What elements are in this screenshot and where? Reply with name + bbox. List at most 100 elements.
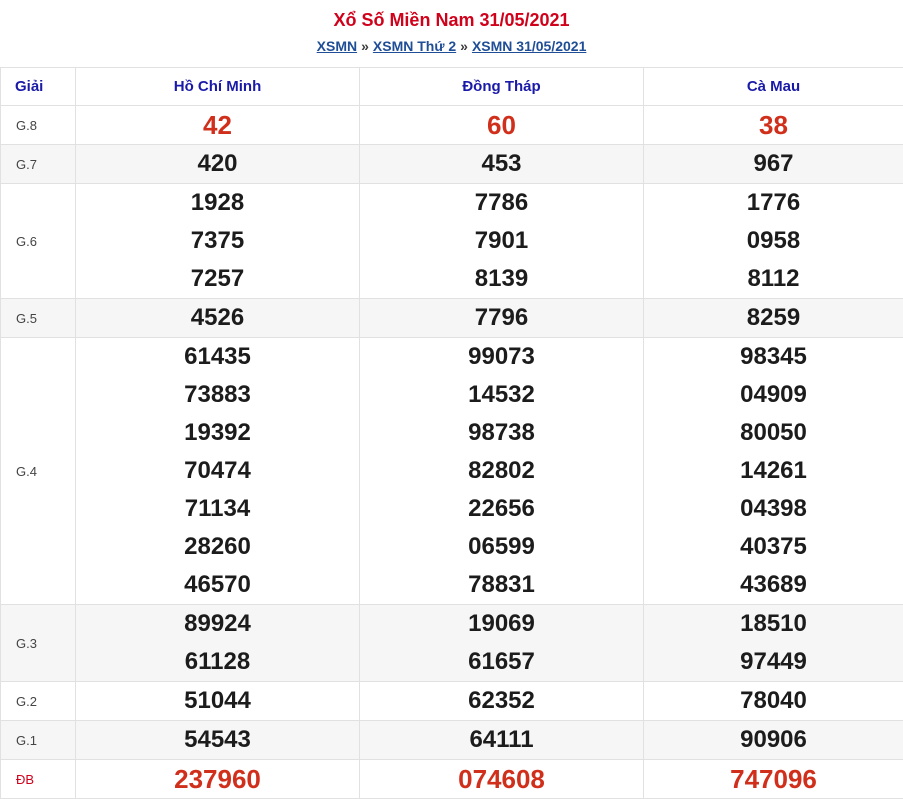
prize-number: 4526 bbox=[76, 299, 359, 337]
prize-column-header: Giải bbox=[1, 68, 76, 106]
prize-cell: 778679018139 bbox=[360, 184, 644, 299]
prize-number: 8112 bbox=[644, 260, 903, 298]
prize-number: 7796 bbox=[360, 299, 643, 337]
prize-label: G.8 bbox=[1, 106, 76, 145]
prize-number: 7375 bbox=[76, 222, 359, 260]
table-header-row: Giải Hồ Chí Minh Đồng Tháp Cà Mau bbox=[1, 68, 903, 106]
prize-number: 89924 bbox=[76, 605, 359, 643]
results-table: Giải Hồ Chí Minh Đồng Tháp Cà Mau G.8426… bbox=[0, 67, 903, 799]
prize-cell: 453 bbox=[360, 145, 644, 184]
prize-number: 19392 bbox=[76, 414, 359, 452]
prize-number: 61657 bbox=[360, 643, 643, 681]
prize-number: 42 bbox=[76, 106, 359, 144]
special-prize-number: 237960 bbox=[76, 760, 359, 798]
special-prize-number: 747096 bbox=[644, 760, 903, 798]
prize-number: 06599 bbox=[360, 528, 643, 566]
prize-row: G.7420453967 bbox=[1, 145, 903, 184]
prize-cell: 192873757257 bbox=[76, 184, 360, 299]
prize-cell: 967 bbox=[644, 145, 903, 184]
prize-cell: 78040 bbox=[644, 682, 903, 721]
prize-row: G.5452677968259 bbox=[1, 299, 903, 338]
breadcrumb-separator: » bbox=[456, 38, 472, 54]
results-body: G.8426038G.7420453967G.61928737572577786… bbox=[1, 106, 903, 799]
prize-cell: 8992461128 bbox=[76, 605, 360, 682]
prize-cell: 98345049098005014261043984037543689 bbox=[644, 338, 903, 605]
prize-cell: 62352 bbox=[360, 682, 644, 721]
prize-cell: 4526 bbox=[76, 299, 360, 338]
prize-label: G.7 bbox=[1, 145, 76, 184]
prize-cell: 54543 bbox=[76, 721, 360, 760]
prize-row: G.46143573883193927047471134282604657099… bbox=[1, 338, 903, 605]
prize-number: 78831 bbox=[360, 566, 643, 604]
prize-number: 967 bbox=[644, 145, 903, 183]
prize-row: G.8426038 bbox=[1, 106, 903, 145]
prize-number: 28260 bbox=[76, 528, 359, 566]
prize-label: ĐB bbox=[1, 760, 76, 799]
prize-number: 80050 bbox=[644, 414, 903, 452]
breadcrumb-link-xsmn[interactable]: XSMN bbox=[317, 38, 357, 54]
prize-cell: 99073145329873882802226560659978831 bbox=[360, 338, 644, 605]
prize-number: 8139 bbox=[360, 260, 643, 298]
prize-number: 98738 bbox=[360, 414, 643, 452]
prize-cell: 51044 bbox=[76, 682, 360, 721]
prize-number: 82802 bbox=[360, 452, 643, 490]
prize-cell: 420 bbox=[76, 145, 360, 184]
prize-cell: 8259 bbox=[644, 299, 903, 338]
prize-cell: 1906961657 bbox=[360, 605, 644, 682]
prize-label: G.4 bbox=[1, 338, 76, 605]
prize-number: 7901 bbox=[360, 222, 643, 260]
prize-cell: 42 bbox=[76, 106, 360, 145]
special-prize-number: 074608 bbox=[360, 760, 643, 798]
breadcrumb-link-xsmn-date[interactable]: XSMN 31/05/2021 bbox=[472, 38, 586, 54]
prize-label: G.6 bbox=[1, 184, 76, 299]
prize-cell: 90906 bbox=[644, 721, 903, 760]
prize-number: 0958 bbox=[644, 222, 903, 260]
prize-label: G.5 bbox=[1, 299, 76, 338]
prize-number: 8259 bbox=[644, 299, 903, 337]
province-header-ca-mau[interactable]: Cà Mau bbox=[644, 68, 903, 106]
prize-number: 1928 bbox=[76, 184, 359, 222]
prize-number: 73883 bbox=[76, 376, 359, 414]
prize-number: 61128 bbox=[76, 643, 359, 681]
prize-row: G.6192873757257778679018139177609588112 bbox=[1, 184, 903, 299]
prize-number: 54543 bbox=[76, 721, 359, 759]
prize-number: 70474 bbox=[76, 452, 359, 490]
prize-cell: 38 bbox=[644, 106, 903, 145]
province-header-dong-thap[interactable]: Đồng Tháp bbox=[360, 68, 644, 106]
province-header-ho-chi-minh[interactable]: Hồ Chí Minh bbox=[76, 68, 360, 106]
prize-number: 04398 bbox=[644, 490, 903, 528]
prize-number: 04909 bbox=[644, 376, 903, 414]
prize-number: 14261 bbox=[644, 452, 903, 490]
prize-number: 1776 bbox=[644, 184, 903, 222]
prize-number: 38 bbox=[644, 106, 903, 144]
prize-cell: 747096 bbox=[644, 760, 903, 799]
prize-row: ĐB237960074608747096 bbox=[1, 760, 903, 799]
prize-label: G.3 bbox=[1, 605, 76, 682]
prize-number: 22656 bbox=[360, 490, 643, 528]
prize-row: G.3899246112819069616571851097449 bbox=[1, 605, 903, 682]
prize-label: G.1 bbox=[1, 721, 76, 760]
prize-number: 99073 bbox=[360, 338, 643, 376]
prize-label: G.2 bbox=[1, 682, 76, 721]
prize-number: 453 bbox=[360, 145, 643, 183]
page-header: Xổ Số Miền Nam 31/05/2021 XSMN»XSMN Thứ … bbox=[0, 0, 903, 67]
prize-number: 40375 bbox=[644, 528, 903, 566]
prize-number: 71134 bbox=[76, 490, 359, 528]
prize-cell: 074608 bbox=[360, 760, 644, 799]
prize-number: 97449 bbox=[644, 643, 903, 681]
prize-number: 60 bbox=[360, 106, 643, 144]
prize-number: 7786 bbox=[360, 184, 643, 222]
prize-row: G.1545436411190906 bbox=[1, 721, 903, 760]
prize-number: 51044 bbox=[76, 682, 359, 720]
breadcrumb-link-xsmn-thu-2[interactable]: XSMN Thứ 2 bbox=[373, 38, 456, 54]
page-title: Xổ Số Miền Nam 31/05/2021 bbox=[0, 9, 903, 31]
prize-number: 46570 bbox=[76, 566, 359, 604]
breadcrumb-separator: » bbox=[357, 38, 373, 54]
prize-cell: 7796 bbox=[360, 299, 644, 338]
prize-number: 78040 bbox=[644, 682, 903, 720]
prize-number: 14532 bbox=[360, 376, 643, 414]
prize-number: 18510 bbox=[644, 605, 903, 643]
prize-number: 19069 bbox=[360, 605, 643, 643]
prize-number: 90906 bbox=[644, 721, 903, 759]
prize-cell: 64111 bbox=[360, 721, 644, 760]
